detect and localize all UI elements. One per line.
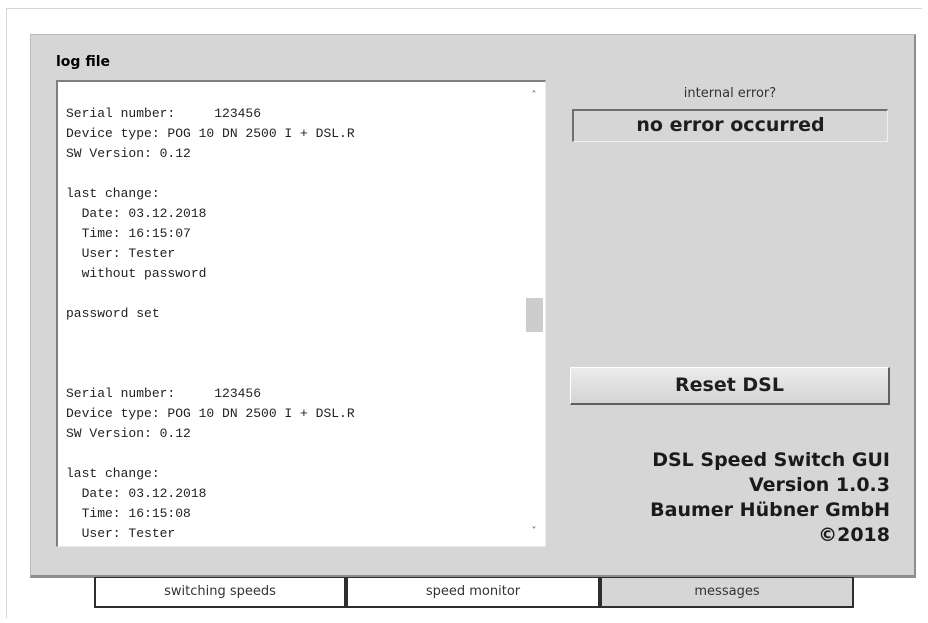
scroll-thumb[interactable] — [526, 298, 543, 332]
log-file-content: Serial number: 123456 Device type: POG 1… — [66, 106, 355, 541]
chevron-up-icon[interactable]: ˄ — [523, 86, 545, 106]
app-version: Version 1.0.3 — [748, 474, 890, 496]
error-status-display: no error occurred — [572, 109, 888, 142]
copyright: ©2018 — [818, 524, 890, 546]
about-info: DSL Speed Switch GUI Version 1.0.3 Baume… — [560, 448, 890, 548]
company-name: Baumer Hübner GmbH — [650, 499, 890, 521]
tab-bar: switching speeds speed monitor messages — [94, 577, 854, 608]
internal-error-label: internal error? — [683, 86, 777, 101]
chevron-down-icon[interactable]: ˅ — [523, 522, 545, 542]
log-file-title: log file — [56, 54, 110, 70]
log-file-textarea[interactable]: Serial number: 123456 Device type: POG 1… — [56, 80, 546, 547]
reset-dsl-button[interactable]: Reset DSL — [570, 367, 890, 405]
tab-messages[interactable]: messages — [600, 577, 854, 608]
app-name: DSL Speed Switch GUI — [652, 449, 890, 471]
tab-switching-speeds[interactable]: switching speeds — [94, 577, 346, 608]
tab-speed-monitor[interactable]: speed monitor — [346, 577, 600, 608]
log-scrollbar[interactable]: ˄ ˅ — [523, 82, 545, 546]
